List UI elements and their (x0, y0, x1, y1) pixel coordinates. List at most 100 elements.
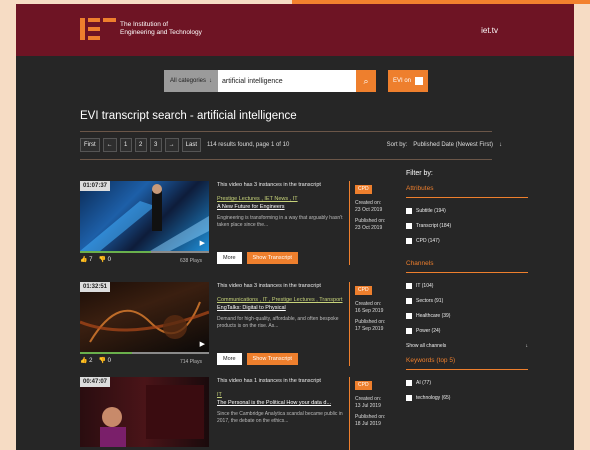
filter-option[interactable]: Sectors (91) (406, 295, 528, 307)
instances-text: This video has 1 instances in the transc… (217, 378, 321, 384)
duration-badge: 01:32:51 (80, 282, 111, 292)
video-thumbnail[interactable]: 01:32:51 ▶ (80, 282, 209, 352)
video-thumbnail[interactable]: 00:47:07 (80, 377, 209, 447)
filter-option[interactable]: technology (65) (406, 392, 528, 404)
created-label: Created on: (355, 301, 382, 307)
result-details: This video has 1 instances in the transc… (217, 377, 347, 425)
created-date: 16 Sep 2019 (355, 308, 384, 314)
show-transcript-button[interactable]: Show Transcript (246, 252, 298, 264)
page-prev[interactable]: ← (102, 138, 117, 152)
checkbox[interactable] (406, 283, 412, 289)
filter-section-channels: Channels (406, 260, 434, 267)
filter-option-label: Healthcare (39) (416, 313, 451, 319)
page-last[interactable]: Last (181, 138, 202, 152)
checkbox[interactable] (406, 380, 412, 386)
filter-panel: Filter by: Attributes Subtitle (194) Tra… (406, 170, 528, 407)
result-actions: More Show Transcript (217, 252, 298, 264)
filter-option-label: IT (104) (416, 283, 434, 289)
filter-option[interactable]: Subtitle (194) (406, 205, 528, 217)
published-date: 23 Oct 2019 (355, 225, 383, 231)
filter-option[interactable]: Power (24) (406, 325, 528, 337)
divider (406, 369, 528, 370)
page-3[interactable]: 3 (149, 138, 162, 152)
video-title[interactable]: The Personal is the Political How your d… (217, 399, 347, 407)
result-item: 00:47:07 This video has 1 instances in t… (80, 377, 380, 450)
filter-heading: Filter by: (406, 170, 433, 177)
more-button[interactable]: More (217, 353, 242, 365)
iet-logo[interactable] (80, 18, 116, 40)
pagination: First ← 1 2 3 → Last 114 results found, … (80, 138, 289, 152)
checkbox[interactable] (406, 238, 412, 244)
filter-option-label: Transcript (184) (416, 223, 452, 229)
checkbox[interactable] (406, 395, 412, 401)
like-button[interactable]: 👍 2 (80, 357, 92, 364)
evi-toggle[interactable]: EVI on (388, 70, 428, 92)
video-title[interactable]: A New Future for Engineers (217, 203, 347, 211)
published-label: Published on: (355, 319, 386, 325)
category-label: All categories (169, 78, 207, 84)
created-label: Created on: (355, 200, 382, 206)
result-meta: CPD Created on: 23 Oct 2019 Published on… (355, 185, 397, 232)
cpd-badge: CPD (355, 381, 372, 390)
header-bar: The Institution of Engineering and Techn… (16, 4, 574, 56)
more-button[interactable]: More (217, 252, 242, 264)
duration-badge: 00:47:07 (80, 377, 111, 387)
dislike-button[interactable]: 👎 0 (98, 256, 110, 263)
like-count: 2 (89, 358, 93, 364)
filter-option[interactable]: IT (104) (406, 280, 528, 292)
evi-checkbox[interactable] (415, 77, 423, 85)
dislike-button[interactable]: 👎 0 (98, 357, 110, 364)
filter-option[interactable]: Transcript (184) (406, 220, 528, 232)
page-1[interactable]: 1 (119, 138, 132, 152)
sort-control[interactable]: Sort by: Published Date (Newest First) ↓ (387, 142, 502, 148)
search-bar: All categories ↓ artificial intelligence… (164, 70, 428, 92)
arrow-down-icon: ↓ (209, 78, 213, 84)
filter-option-label: CPD (147) (416, 238, 440, 244)
play-icon: ▶ (199, 341, 205, 348)
filter-section-keywords: Keywords (top 5) (406, 357, 456, 364)
divider (406, 272, 528, 273)
page-title: EVI transcript search - artificial intel… (80, 110, 297, 122)
checkbox[interactable] (406, 298, 412, 304)
tag-links[interactable]: Communications , IT , Prestige Lectures … (217, 296, 347, 304)
watch-progress (80, 251, 209, 253)
page-first[interactable]: First (80, 138, 100, 152)
published-date: 18 Jul 2019 (355, 421, 381, 427)
created-label: Created on: (355, 396, 382, 402)
page-next[interactable]: → (164, 138, 179, 152)
created-date: 23 Oct 2019 (355, 207, 383, 213)
result-count: 114 results found, page 1 of 10 (207, 142, 290, 148)
sort-value[interactable]: Published Date (Newest First) (413, 142, 493, 148)
page-2[interactable]: 2 (134, 138, 147, 152)
show-all-label: Show all channels (406, 343, 447, 349)
tag-links[interactable]: IT (217, 391, 347, 399)
checkbox[interactable] (406, 313, 412, 319)
filter-option-label: Power (24) (416, 328, 441, 334)
search-button[interactable]: ⌕ (356, 70, 376, 92)
like-button[interactable]: 👍 7 (80, 256, 92, 263)
arrow-down-icon: ↓ (525, 343, 529, 349)
rating: 👍 2 👎 0 (80, 357, 111, 364)
category-dropdown[interactable]: All categories ↓ (164, 70, 218, 92)
evi-label: EVI on (392, 78, 411, 84)
site-link[interactable]: iet.tv (481, 26, 498, 35)
published-label: Published on: (355, 218, 386, 224)
thumbnail-art (100, 385, 204, 447)
checkbox[interactable] (406, 328, 412, 334)
show-all-channels-link[interactable]: Show all channels ↓ (406, 343, 528, 349)
snippet: Engineering is transforming in a way tha… (217, 215, 343, 228)
checkbox[interactable] (406, 223, 412, 229)
checkbox[interactable] (406, 208, 412, 214)
show-transcript-button[interactable]: Show Transcript (246, 353, 298, 365)
published-date: 17 Sep 2019 (355, 326, 384, 332)
org-name-line2: Engineering and Technology (120, 29, 202, 36)
tag-links[interactable]: Prestige Lectures , IET News , IT (217, 195, 347, 203)
filter-option[interactable]: CPD (147) (406, 235, 528, 247)
filter-option[interactable]: AI (77) (406, 377, 528, 389)
video-thumbnail[interactable]: 01:07:37 ▶ (80, 181, 209, 251)
filter-option[interactable]: Healthcare (39) (406, 310, 528, 322)
filter-option-label: AI (77) (416, 380, 432, 386)
result-details: This video has 3 instances in the transc… (217, 181, 347, 229)
video-title[interactable]: EngTalks: Digital to Physical (217, 304, 347, 312)
search-input[interactable]: artificial intelligence (218, 70, 356, 92)
